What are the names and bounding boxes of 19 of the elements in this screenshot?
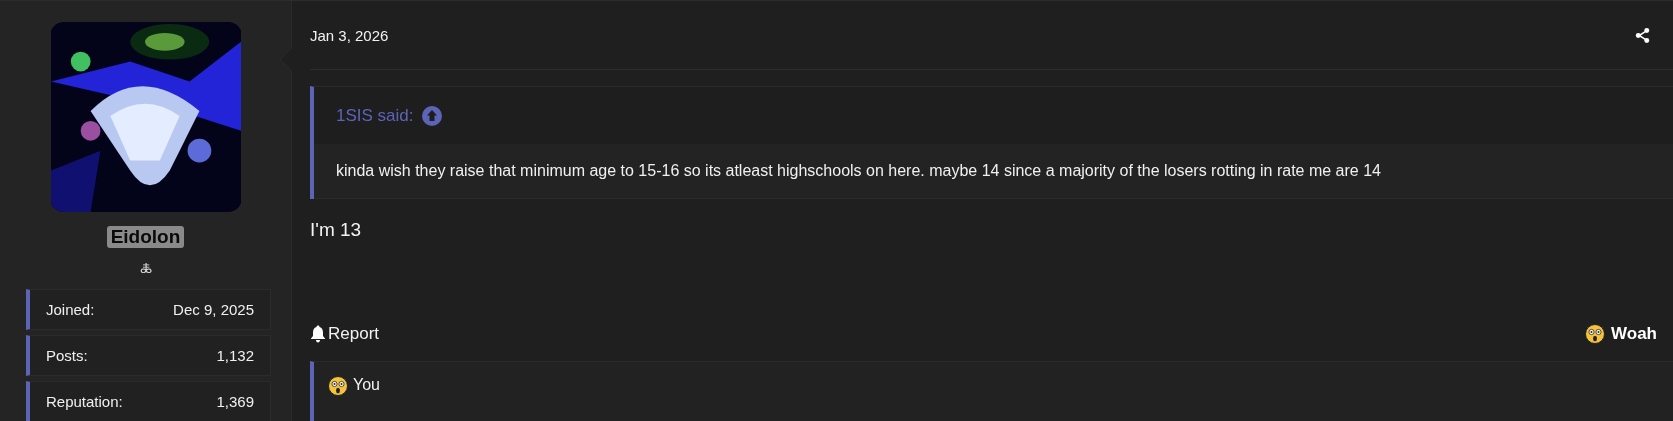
- username[interactable]: Eidolon: [106, 226, 185, 248]
- post-date[interactable]: Jan 3, 2026: [310, 26, 389, 44]
- stat-value: Dec 9, 2025: [173, 301, 254, 318]
- arrow-up-icon[interactable]: [421, 105, 442, 126]
- user-title: 🜏: [139, 259, 152, 278]
- post-text: I'm 13: [310, 219, 363, 241]
- stat-label: Reputation:: [46, 393, 123, 410]
- stat-value: 1,132: [216, 347, 254, 364]
- stat-value: 1,369: [216, 393, 254, 410]
- stat-label: Joined:: [46, 301, 95, 318]
- bell-icon: [310, 325, 326, 343]
- astonished-face-icon: [1585, 324, 1606, 344]
- reaction-user-link[interactable]: You: [353, 376, 380, 394]
- report-link[interactable]: Report: [310, 324, 380, 344]
- stat-label: Posts:: [46, 347, 88, 364]
- reaction-button[interactable]: Woah: [1585, 324, 1657, 344]
- share-icon[interactable]: [1634, 26, 1651, 44]
- quote-text: kinda wish they raise that minimum age to 15-16 so its atleast highschools on here. maybe 14 since a majority of the losers rotting in rate me are 14: [314, 144, 1673, 199]
- astonished-face-icon: [328, 376, 348, 396]
